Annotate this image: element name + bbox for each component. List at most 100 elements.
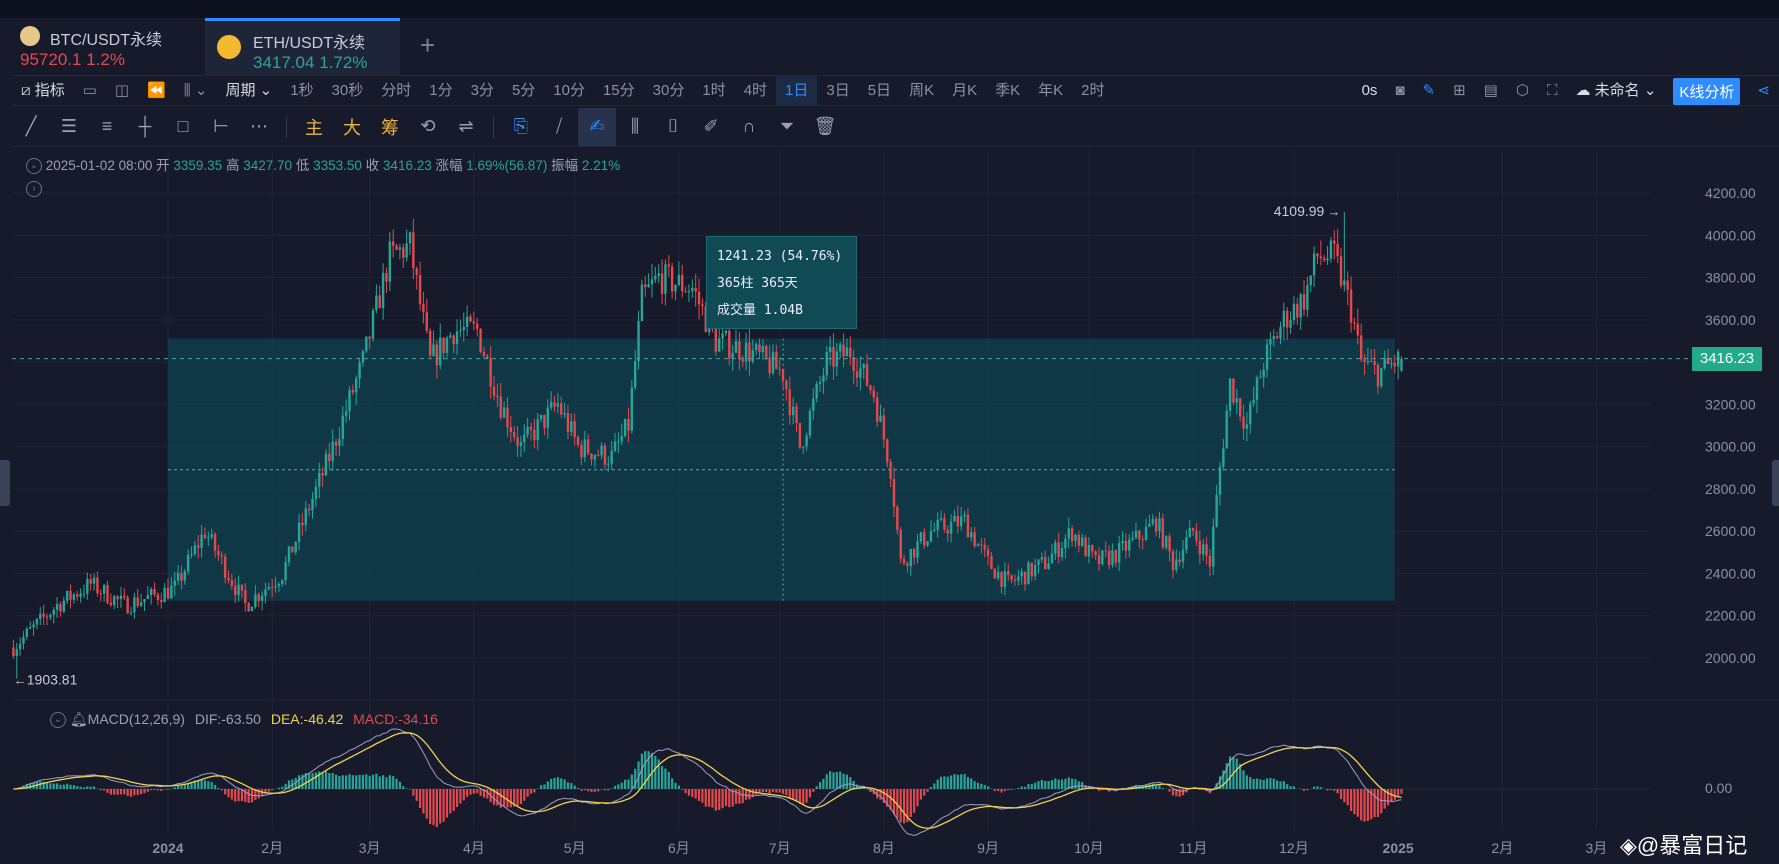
candle-body (1380, 367, 1383, 387)
candle-body (647, 284, 650, 288)
macd-histogram-bar (714, 789, 717, 811)
candle-body (133, 597, 136, 613)
macd-histogram-bar (1000, 789, 1003, 793)
expand-icon[interactable]: › (26, 180, 42, 197)
macd-histogram-bar (1007, 789, 1010, 791)
right-panel-handle[interactable] (1772, 460, 1779, 506)
candle-body (1339, 256, 1343, 286)
macd-histogram-bar (677, 785, 680, 789)
candle-body (889, 462, 892, 479)
candle-body (314, 486, 318, 499)
candle-body (1272, 336, 1275, 340)
candle-body (365, 336, 368, 352)
candle-body (976, 544, 980, 547)
macd-histogram-bar (203, 780, 207, 789)
bell-icon[interactable]: 🔔︎ (70, 711, 88, 727)
macd-histogram-bar (728, 789, 731, 808)
macd-histogram-bar (630, 774, 633, 789)
macd-histogram-bar (694, 789, 697, 799)
macd-histogram-bar (738, 789, 741, 804)
macd-histogram-bar (375, 773, 378, 789)
macd-histogram-bar (402, 786, 405, 789)
macd-histogram-bar (1037, 781, 1040, 789)
candle-body (207, 537, 210, 539)
macd-histogram-bar (1386, 789, 1390, 806)
macd-histogram-bar (667, 771, 670, 789)
candle-body (627, 418, 630, 431)
macd-histogram-bar (570, 783, 573, 789)
macd-histogram-bar (929, 787, 933, 789)
candle-body (156, 594, 160, 600)
macd-histogram-bar (180, 785, 183, 789)
macd-histogram-bar (674, 782, 677, 789)
candle-body (1366, 360, 1370, 362)
candle-body (701, 304, 704, 307)
macd-histogram-bar (970, 778, 973, 789)
candle-body (1215, 494, 1218, 527)
candle-body (539, 414, 543, 420)
candle-body (247, 603, 250, 612)
macd-histogram-bar (1178, 789, 1181, 797)
macd-histogram-bar (1161, 788, 1164, 789)
candle-body (297, 522, 301, 543)
macd-histogram-bar (1054, 778, 1057, 789)
macd-histogram-bar (983, 784, 986, 789)
candle-body (86, 578, 89, 594)
macd-histogram-bar (781, 789, 785, 794)
x-tick-label: 11月 (1179, 840, 1208, 856)
candle-body (654, 276, 657, 280)
candle-body (1205, 544, 1208, 556)
macd-histogram-bar (348, 774, 351, 789)
candle-body (993, 568, 997, 579)
macd-histogram-bar (1343, 789, 1346, 803)
candle-body (1235, 398, 1238, 403)
candle-body (435, 344, 439, 366)
candle-body (765, 345, 768, 358)
candle-body (1064, 538, 1067, 549)
candle-body (1259, 377, 1262, 379)
macd-histogram-bar (822, 778, 825, 789)
left-panel-handle[interactable] (0, 460, 10, 506)
candle-body (1265, 344, 1269, 370)
candle-body (1087, 545, 1091, 557)
candle-body (1111, 550, 1114, 565)
macd-histogram-bar (439, 789, 442, 824)
macd-histogram-bar (1269, 777, 1272, 789)
macd-histogram-bar (516, 789, 519, 807)
macd-histogram-bar (361, 774, 365, 789)
candle-body (872, 390, 876, 398)
macd-histogram-bar (455, 789, 459, 807)
price-chart[interactable]: 1903.81 4109.99 → ← 4200.00 4000.00 3800.00 360… (0, 0, 1779, 864)
macd-histogram-bar (39, 781, 42, 789)
collapse-icon[interactable]: ⌄ (50, 712, 66, 729)
collapse-icon[interactable]: ⌄ (26, 158, 42, 175)
candle-body (348, 389, 351, 412)
y-tick-label: 2800.00 (1705, 481, 1756, 497)
macd-histogram-bar (1360, 789, 1363, 821)
candle-body (768, 357, 771, 374)
candle-body (89, 578, 92, 584)
candle-body (307, 508, 311, 511)
x-tick-label: 10月 (1074, 840, 1104, 856)
candle-body (153, 588, 156, 595)
macd-histogram-bar (939, 776, 943, 789)
y-tick-label: 3600.00 (1705, 312, 1756, 328)
candle-body (771, 352, 775, 374)
macd-histogram-bar (684, 789, 687, 794)
macd-histogram-bar (798, 789, 801, 804)
x-tick-label: 3月 (1586, 840, 1608, 856)
macd-histogram-bar (119, 789, 123, 795)
candle-body (1255, 377, 1259, 400)
candle-body (442, 337, 445, 353)
macd-histogram-bar (1356, 789, 1359, 817)
macd-histogram-bar (230, 789, 233, 800)
candle-body (512, 432, 516, 438)
candle-body (1070, 528, 1074, 542)
candle-body (254, 594, 257, 607)
candle-body (1349, 289, 1353, 323)
candle-body (1037, 559, 1040, 566)
macd-histogram-bar (950, 775, 953, 789)
macd-histogram-bar (368, 775, 371, 789)
macd-histogram-bar (1397, 789, 1400, 796)
macd-histogram-bar (523, 789, 526, 801)
